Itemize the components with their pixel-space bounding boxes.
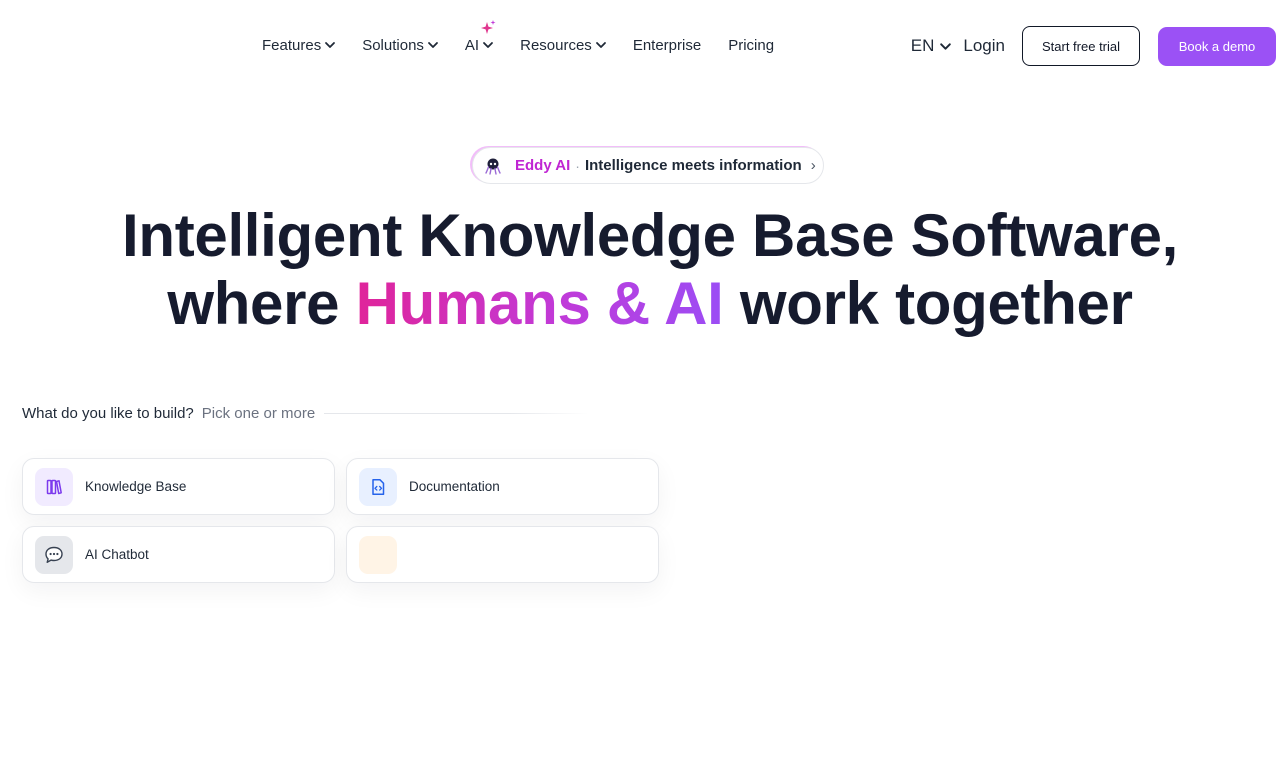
nav-label-pricing: Pricing <box>728 36 775 54</box>
option-label: Knowledge Base <box>85 479 187 494</box>
nav-label-features: Features <box>262 36 322 54</box>
nav-item-features[interactable]: Features <box>262 37 336 54</box>
option-knowledge-base[interactable]: Knowledge Base <box>22 458 335 515</box>
login-link[interactable]: Login <box>963 36 1005 56</box>
nav-item-solutions[interactable]: Solutions <box>362 37 439 54</box>
code-file-icon <box>359 467 397 506</box>
nav-label-resources: Resources <box>520 36 592 54</box>
nav-item-enterprise[interactable]: Enterprise <box>633 37 701 54</box>
language-label: EN <box>910 36 935 55</box>
sparkle-icon <box>480 19 496 34</box>
nav-item-resources[interactable]: Resources <box>520 37 607 54</box>
pill-brand: Eddy AI <box>515 157 571 174</box>
nav-item-pricing[interactable]: Pricing <box>728 37 774 54</box>
chevron-down-icon <box>325 42 336 48</box>
build-options: Knowledge Base Documentation AI Chatbot <box>22 458 662 584</box>
option-label: AI Chatbot <box>85 547 149 562</box>
blank-icon <box>359 535 397 574</box>
option-empty[interactable] <box>346 526 659 583</box>
pill-separator: · <box>575 157 580 174</box>
option-ai-chatbot[interactable]: AI Chatbot <box>22 526 335 583</box>
octopus-bot-icon <box>485 158 501 175</box>
eddy-ai-announcement-pill[interactable]: Eddy AI · Intelligence meets information… <box>472 147 824 184</box>
book-a-demo-button[interactable]: Book a demo <box>1158 26 1276 66</box>
chevron-right-icon: › <box>810 157 816 174</box>
chevron-down-icon <box>428 42 438 48</box>
chevron-down-icon <box>940 42 952 50</box>
build-question-row: What do you like to build? Pick one or m… <box>22 403 590 423</box>
top-navigation: Features Solutions AI Resources Enterpri… <box>0 0 1280 90</box>
nav-actions: EN Login Start free trial Book a demo <box>911 26 1276 66</box>
nav-label-enterprise: Enterprise <box>632 36 702 54</box>
pill-tagline: Intelligence meets information <box>584 157 802 174</box>
hero-headline: Intelligent Knowledge Base Software, whe… <box>0 202 1280 338</box>
option-documentation[interactable]: Documentation <box>346 458 659 515</box>
chevron-down-icon <box>595 42 606 48</box>
build-hint: Pick one or more <box>201 404 316 422</box>
nav-item-ai[interactable]: AI <box>464 19 496 54</box>
books-icon <box>35 467 73 506</box>
build-question: What do you like to build? <box>22 404 194 422</box>
headline-highlight: Humans & AI <box>355 270 724 337</box>
nav-links: Features Solutions AI Resources Enterpri… <box>262 19 774 56</box>
chevron-down-icon <box>483 42 494 48</box>
headline-line-2-start: where <box>167 270 356 337</box>
headline-line-1: Intelligent Knowledge Base Software, <box>121 202 1179 269</box>
option-label: Documentation <box>409 479 500 494</box>
chat-bubble-icon <box>35 535 73 574</box>
start-free-trial-button[interactable]: Start free trial <box>1022 26 1140 66</box>
divider <box>324 412 590 414</box>
headline-line-2-end: work together <box>723 270 1133 337</box>
language-selector[interactable]: EN <box>911 36 953 56</box>
nav-label-ai: AI <box>464 36 480 54</box>
nav-label-solutions: Solutions <box>362 36 424 54</box>
headline-line-2: where Humans & AI work together <box>0 270 1280 338</box>
